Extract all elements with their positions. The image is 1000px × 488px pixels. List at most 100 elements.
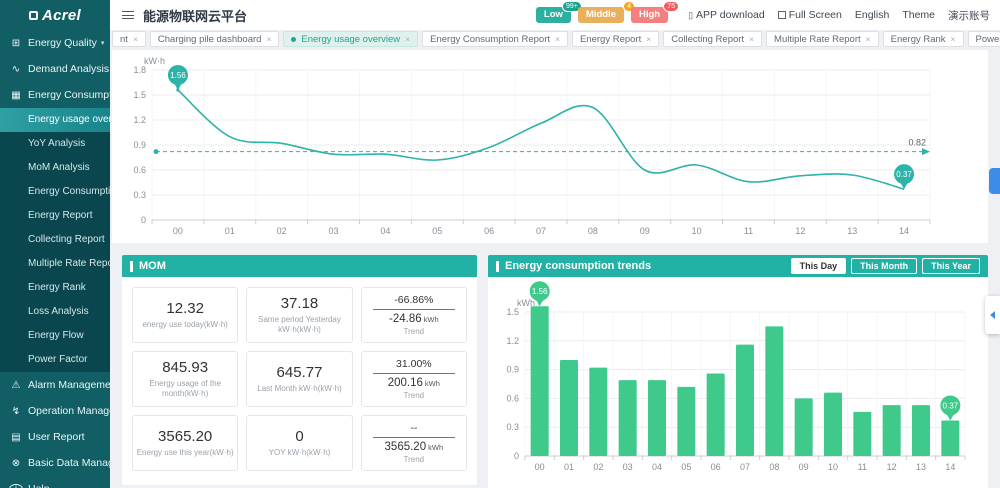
svg-text:12: 12 — [795, 226, 805, 236]
close-tab-icon[interactable]: × — [133, 34, 138, 44]
sidebar-item-multiple-rate-report[interactable]: Multiple Rate Report — [0, 252, 110, 276]
sidebar-item-energy-report[interactable]: Energy Report — [0, 204, 110, 228]
alarm-level-middle-button[interactable]: Middle 4 — [577, 1, 635, 23]
stat-label: Same period Yesterday kW·h(kW·h) — [258, 314, 341, 334]
tab-energy-consumption-report[interactable]: Energy Consumption Report × — [422, 31, 568, 47]
svg-text:00: 00 — [173, 226, 183, 236]
svg-text:02: 02 — [277, 226, 287, 236]
mom-panel-title: MOM — [139, 260, 166, 272]
svg-text:11: 11 — [744, 226, 753, 236]
trend-label: Trend — [403, 455, 425, 464]
close-tab-icon[interactable]: × — [749, 34, 754, 44]
trend-value: 200.16 — [387, 377, 423, 389]
svg-text:04: 04 — [380, 226, 390, 236]
period-button-this-month[interactable]: This Month — [851, 258, 918, 274]
sidebar-group-label: Basic Data Management — [28, 457, 110, 469]
svg-text:0: 0 — [514, 451, 519, 461]
sidebar-item-mom-analysis[interactable]: MoM Analysis — [0, 156, 110, 180]
mom-panel: MOM 12.32 energy use today(kW·h) 37.18 Same… — [122, 255, 477, 485]
svg-text:1.8: 1.8 — [133, 65, 146, 75]
sidebar-group-basic-data-management[interactable]: ⊗ Basic Data Management — [0, 450, 110, 476]
sidebar-item-energy-flow[interactable]: Energy Flow — [0, 324, 110, 348]
trend-percent: -- — [410, 422, 418, 434]
sidebar-group-label: Energy Consumption Analysis — [28, 89, 110, 101]
svg-text:05: 05 — [432, 226, 442, 236]
arrow-left-icon — [990, 311, 995, 319]
stat-card-energy-usage-of-the-month-kw-h: 845.93 Energy usage of the month(kW·h) — [132, 351, 239, 407]
sidebar-item-energy-consumption-report[interactable]: Energy Consumption Report — [0, 180, 110, 204]
sidebar-item-power-factor[interactable]: Power Factor — [0, 348, 110, 372]
period-button-this-year[interactable]: This Year — [922, 258, 980, 274]
trend-value-row: 3565.20 kWh — [385, 441, 444, 453]
sidebar-group-user-report[interactable]: ▤ User Report — [0, 424, 110, 450]
barchart-icon: ▦ — [11, 89, 21, 101]
svg-text:12: 12 — [887, 462, 897, 472]
tab-energy-rank[interactable]: Energy Rank × — [882, 31, 964, 47]
sidebar-group-energy-quality[interactable]: ⊞ Energy Quality ▾ — [0, 30, 110, 56]
sidebar: Acrel ⊞Energy Quality▾∿Demand Analysis▾▦… — [0, 0, 110, 488]
full-screen-link[interactable]: Full Screen — [777, 9, 842, 21]
svg-text:14: 14 — [899, 226, 909, 236]
close-tab-icon[interactable]: × — [951, 34, 956, 44]
collapse-drawer-handle[interactable] — [985, 296, 1000, 334]
sidebar-nav: ⊞Energy Quality▾∿Demand Analysis▾ ▦ Energy… — [0, 30, 110, 488]
stat-label: Energy usage of the month(kW·h) — [149, 378, 221, 398]
close-tab-icon[interactable]: × — [266, 34, 271, 44]
sidebar-item-energy-rank[interactable]: Energy Rank — [0, 276, 110, 300]
svg-text:kW·h: kW·h — [144, 56, 165, 66]
close-tab-icon[interactable]: × — [646, 34, 651, 44]
tab-collecting-report[interactable]: Collecting Report × — [663, 31, 763, 47]
english-link[interactable]: English — [855, 9, 889, 21]
sidebar-group-label: Energy Quality — [28, 37, 97, 49]
close-tab-icon[interactable]: × — [405, 34, 410, 44]
svg-text:06: 06 — [484, 226, 494, 236]
svg-text:1.5: 1.5 — [506, 307, 519, 317]
svg-text:06: 06 — [711, 462, 721, 472]
notification-count-badge: 75 — [663, 1, 680, 12]
close-tab-icon[interactable]: × — [555, 34, 560, 44]
alarm-level-low-button[interactable]: Low 99+ — [535, 1, 582, 23]
tab-nt[interactable]: nt × — [112, 31, 146, 47]
svg-text:0.3: 0.3 — [133, 190, 146, 200]
trend-percent: -66.86% — [394, 294, 434, 306]
theme-link[interactable]: Theme — [902, 9, 935, 21]
tab-charging-pile-dashboard[interactable]: Charging pile dashboard × — [149, 31, 280, 47]
trend-value: -24.86 — [389, 313, 422, 325]
floating-service-button[interactable] — [989, 168, 1000, 194]
collapse-menu-icon[interactable] — [122, 11, 134, 19]
mom-cards-grid: 12.32 energy use today(kW·h) 37.18 Same per… — [122, 277, 477, 481]
svg-text:10: 10 — [828, 462, 838, 472]
close-tab-icon[interactable]: × — [866, 34, 871, 44]
svg-text:08: 08 — [769, 462, 779, 472]
pulse-icon: ↯ — [11, 405, 21, 417]
sidebar-group-help[interactable]: i Help — [0, 476, 110, 488]
header-link-label: APP download — [696, 9, 765, 21]
period-button-this-day[interactable]: This Day — [790, 258, 847, 274]
badge-label: High — [638, 9, 661, 20]
svg-text:08: 08 — [588, 226, 598, 236]
-link[interactable]: 演示账号 — [948, 8, 990, 23]
wave-icon: ∿ — [11, 63, 21, 75]
sidebar-item-energy-usage-overview[interactable]: Energy usage overview — [0, 108, 110, 132]
report-icon: ▤ — [11, 431, 21, 443]
svg-text:04: 04 — [652, 462, 662, 472]
sidebar-item-collecting-report[interactable]: Collecting Report — [0, 228, 110, 252]
sidebar-group-energy-consumption-analysis[interactable]: ▦ Energy Consumption Analysis — [0, 82, 110, 108]
alarm-level-high-button[interactable]: High 75 — [630, 1, 680, 23]
trend-label: Trend — [403, 391, 425, 400]
tab-energy-usage-overview[interactable]: Energy usage overview × — [283, 31, 419, 47]
sidebar-group-alarm-management[interactable]: ⚠Alarm Management▾ — [0, 372, 110, 398]
tab-label: Energy usage overview — [301, 33, 401, 45]
tab-energy-report[interactable]: Energy Report × — [571, 31, 660, 47]
tab-multiple-rate-report[interactable]: Multiple Rate Report × — [766, 31, 879, 47]
sidebar-item-yoy-analysis[interactable]: YoY Analysis — [0, 132, 110, 156]
tab-label: nt — [120, 33, 128, 45]
sidebar-group-demand-analysis[interactable]: ∿ Demand Analysis▾ — [0, 56, 110, 82]
sidebar-group-operation-management[interactable]: ↯ Operation Management — [0, 398, 110, 424]
app-download-link[interactable]: ▯ APP download — [688, 9, 765, 21]
sidebar-item-loss-analysis[interactable]: Loss Analysis — [0, 300, 110, 324]
sidebar-group-label: Help — [28, 483, 50, 488]
svg-text:10: 10 — [692, 226, 702, 236]
tab-power-factor[interactable]: Power Factor× — [967, 31, 1000, 47]
trends-panel-header: Energy consumption trends This Day This M… — [488, 255, 988, 277]
